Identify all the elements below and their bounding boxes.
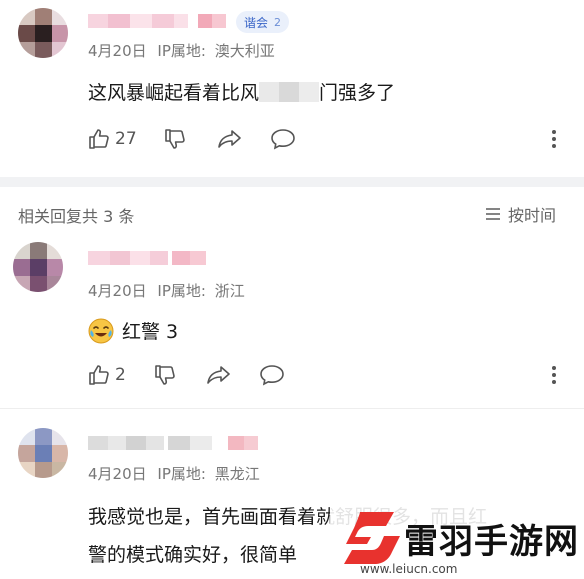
user-level-badge[interactable]: 谐会 2 [236,11,290,33]
comment-meta: 4月20日 IP属地: 澳大利亚 [88,40,275,61]
reply-date: 4月20日 [88,282,147,300]
sort-by-time-button[interactable]: 按时间 [484,202,556,226]
share-button[interactable] [206,363,232,387]
username-blurred[interactable] [88,10,233,36]
ip-place: 澳大利亚 [214,42,275,60]
comment-bubble-icon [271,129,295,150]
more-options-icon[interactable] [552,130,556,151]
dislike-button[interactable] [163,127,187,151]
thumbs-up-icon [89,129,109,149]
like-button[interactable]: 2 [87,363,126,387]
ip-place: 浙江 [214,282,245,300]
menu-lines-icon [486,208,500,220]
avatar[interactable] [18,428,68,478]
sort-label: 按时间 [508,206,557,225]
username-blurred[interactable] [88,247,213,273]
ip-label: IP属地: [157,42,206,60]
comment-text[interactable]: 这风暴崛起看着比风 门强多了 [88,78,395,105]
thumbs-up-icon [89,365,109,385]
section-divider [0,177,584,187]
share-icon [218,130,241,148]
like-count: 2 [115,365,126,385]
dislike-button[interactable] [153,363,177,387]
share-button[interactable] [217,127,243,151]
like-count: 27 [115,129,137,149]
comment-date: 4月20日 [88,42,147,60]
watermark-brand: 雷羽手游网 [404,522,579,562]
censored-word [259,82,320,102]
username-blurred[interactable] [88,432,268,458]
reply-button[interactable] [270,127,296,151]
site-watermark: 雷羽手游网 www.leiucn.com [330,492,584,579]
reply-meta: 4月20日 IP属地: 黑龙江 [88,463,260,484]
like-button[interactable]: 27 [87,127,137,151]
reply-meta: 4月20日 IP属地: 浙江 [88,280,245,301]
reply-date: 4月20日 [88,465,147,483]
ip-label: IP属地: [157,465,206,483]
avatar[interactable] [18,8,68,58]
reply-text-line-2[interactable]: 警的模式确实好，很简单 [88,540,297,567]
reply-separator [0,408,584,409]
badge-level: 2 [274,15,282,29]
comment-text-start: 这风暴崛起看着比风 [88,82,260,104]
reply-button[interactable] [259,363,285,387]
share-icon [207,366,230,384]
ip-place: 黑龙江 [214,465,260,483]
thumbs-down-icon [165,129,185,149]
more-options-icon[interactable] [552,366,556,387]
crying-laugh-emoji-icon [88,318,114,343]
thumbs-down-icon [155,365,175,385]
badge-label: 谐会 [244,15,269,30]
reply-text[interactable]: 红警 3 [88,317,178,344]
watermark-url: www.leiucn.com [360,562,458,576]
avatar[interactable] [13,242,63,292]
reply-text-label: 红警 3 [122,321,179,343]
ip-label: IP属地: [157,282,206,300]
reply-count-header: 相关回复共 3 条 [18,207,135,226]
comment-bubble-icon [260,365,284,386]
comment-text-end: 门强多了 [319,82,396,104]
